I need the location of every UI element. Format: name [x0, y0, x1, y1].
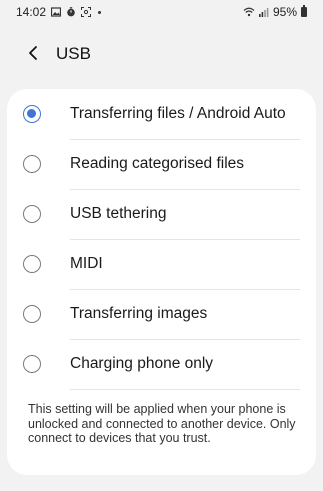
option-usb-tethering[interactable]: USB tethering	[7, 190, 316, 240]
wifi-icon	[243, 7, 255, 17]
screenshot-icon	[81, 7, 92, 17]
signal-icon	[258, 8, 269, 17]
header: USB	[0, 36, 323, 70]
option-transferring-files[interactable]: Transferring files / Android Auto	[7, 90, 316, 140]
usb-setting-note: This setting will be applied when your p…	[28, 402, 296, 445]
radio-button[interactable]	[23, 255, 41, 273]
option-label: USB tethering	[70, 205, 167, 222]
radio-button[interactable]	[23, 205, 41, 223]
option-charging-phone-only[interactable]: Charging phone only	[7, 340, 316, 390]
divider	[70, 389, 300, 390]
status-bar: 14:02 95%	[0, 0, 323, 22]
status-left: 14:02	[16, 5, 102, 19]
radio-button[interactable]	[23, 155, 41, 173]
dot-icon	[98, 10, 102, 14]
chevron-left-icon	[29, 46, 37, 60]
battery-percent: 95%	[272, 5, 297, 19]
page-title: USB	[56, 44, 91, 63]
radio-button[interactable]	[23, 355, 41, 373]
status-time: 14:02	[16, 5, 47, 19]
radio-button[interactable]	[23, 305, 41, 323]
option-label: Charging phone only	[70, 355, 214, 372]
usb-options-card: Transferring files / Android Auto Readin…	[7, 89, 316, 475]
image-icon	[51, 7, 62, 17]
status-right: 95%	[243, 5, 307, 19]
back-button[interactable]	[20, 40, 46, 66]
option-label: MIDI	[70, 255, 103, 272]
option-label: Transferring files / Android Auto	[70, 105, 286, 122]
option-reading-categorised-files[interactable]: Reading categorised files	[7, 140, 316, 190]
battery-icon	[301, 5, 307, 17]
option-label: Transferring images	[70, 305, 208, 322]
option-label: Reading categorised files	[70, 155, 245, 172]
timer-icon	[67, 7, 75, 17]
option-transferring-images[interactable]: Transferring images	[7, 290, 316, 340]
option-midi[interactable]: MIDI	[7, 240, 316, 290]
radio-button-selected[interactable]	[23, 105, 41, 123]
